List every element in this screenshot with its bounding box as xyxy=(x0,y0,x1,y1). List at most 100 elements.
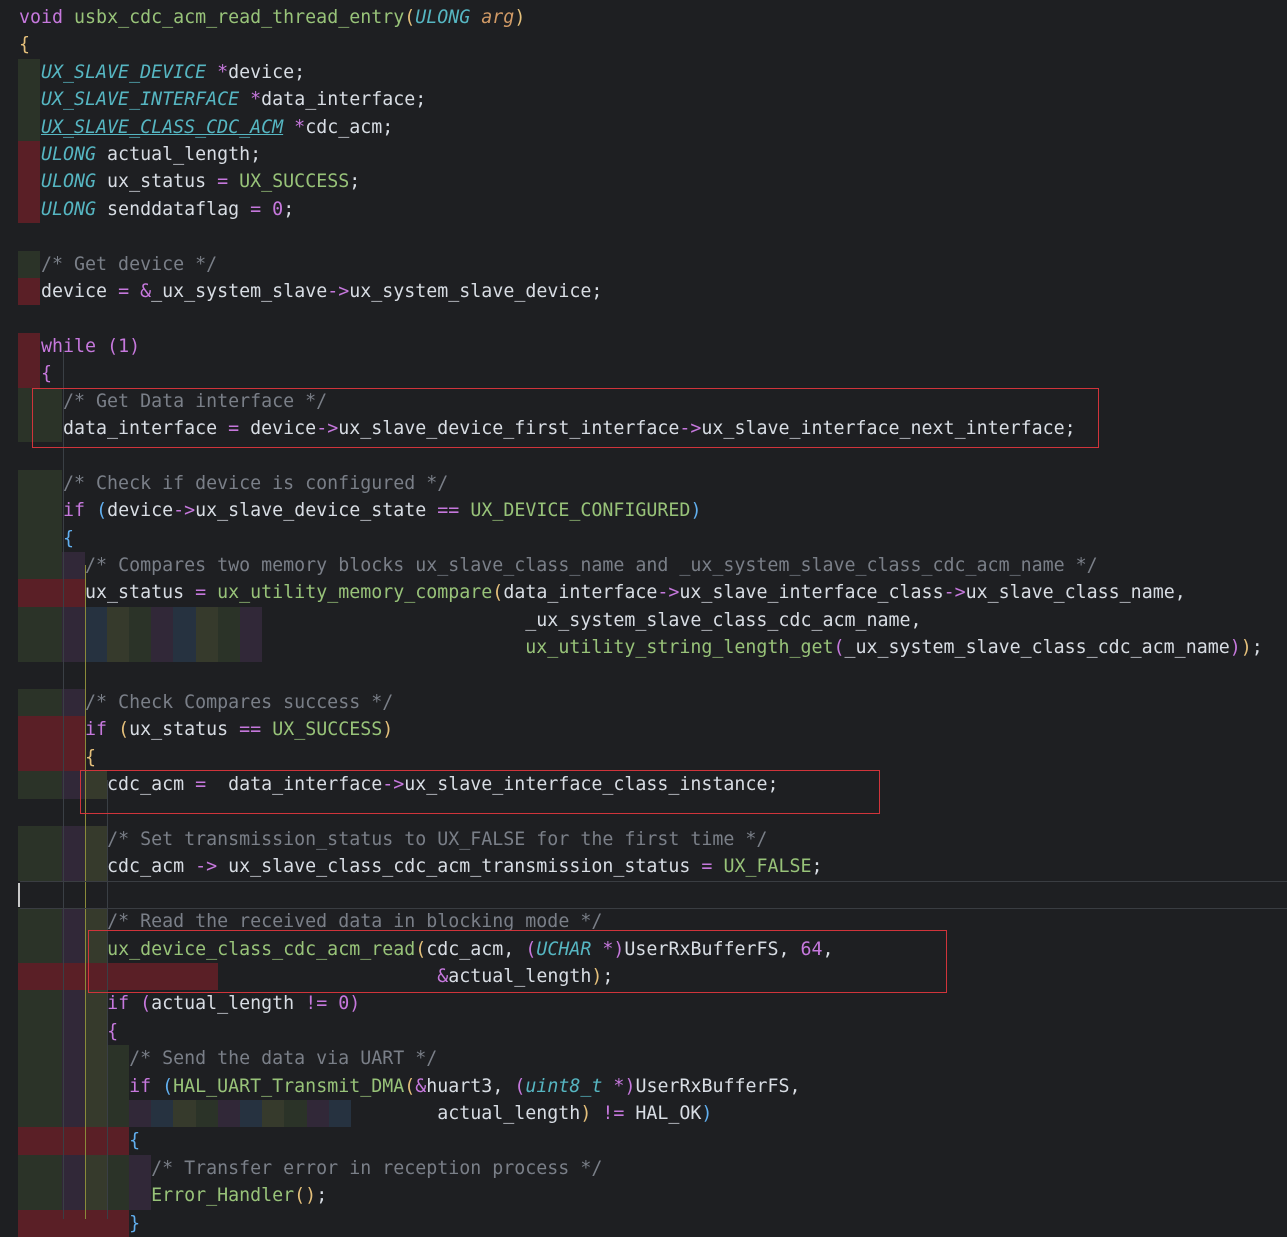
code-token: 0 xyxy=(338,993,350,1015)
code-token: HAL_OK xyxy=(624,1103,702,1124)
code-token: ) xyxy=(580,1103,592,1124)
code-line[interactable] xyxy=(18,799,19,826)
code-token: = xyxy=(228,418,240,439)
code-line[interactable] xyxy=(18,662,19,689)
code-line[interactable]: { xyxy=(18,360,52,387)
code-line[interactable]: /* Get device */ xyxy=(18,251,217,278)
code-token: /* Read the received data in blocking mo… xyxy=(107,911,603,933)
code-line[interactable]: ux_utility_string_length_get(_ux_system_… xyxy=(18,634,1262,661)
code-token: ux_device_class_cdc_acm_read xyxy=(107,938,416,960)
code-token: ux_slave_interface_class xyxy=(679,582,944,604)
code-line[interactable]: data_interface = device->ux_slave_device… xyxy=(18,415,1076,442)
code-token: = xyxy=(118,281,130,302)
code-token: ( xyxy=(107,335,119,357)
code-line[interactable]: while (1) xyxy=(18,333,140,360)
code-line[interactable]: ULONG senddataflag = 0; xyxy=(18,196,294,223)
code-token: != xyxy=(602,1103,625,1124)
code-line[interactable]: /* Send the data via UART */ xyxy=(18,1045,437,1072)
code-line[interactable]: actual_length) != HAL_OK) xyxy=(18,1100,712,1127)
code-token: & xyxy=(140,281,152,302)
code-token: arg xyxy=(481,7,515,28)
code-line[interactable]: /* Compares two memory blocks ux_slave_c… xyxy=(18,552,1098,579)
code-token: -> xyxy=(382,774,405,796)
code-line[interactable]: if (actual_length != 0) xyxy=(18,990,360,1017)
code-line[interactable] xyxy=(18,305,19,332)
code-token: ux_status xyxy=(19,582,196,604)
code-line[interactable]: /* Get Data interface */ xyxy=(18,388,327,415)
code-line[interactable]: if (device->ux_slave_device_state == UX_… xyxy=(18,497,701,524)
code-line[interactable]: void usbx_cdc_acm_read_thread_entry(ULON… xyxy=(18,4,525,31)
code-line[interactable]: cdc_acm = data_interface->ux_slave_inter… xyxy=(18,771,778,798)
code-token: usbx_cdc_acm_read_thread_entry xyxy=(74,7,405,28)
code-line[interactable]: { xyxy=(18,31,30,58)
code-line[interactable]: _ux_system_slave_class_cdc_acm_name, xyxy=(18,607,921,634)
code-line[interactable]: ux_device_class_cdc_acm_read(cdc_acm, (U… xyxy=(18,936,834,963)
code-line[interactable]: device = &_ux_system_slave->ux_system_sl… xyxy=(18,278,602,305)
code-line[interactable]: ULONG ux_status = UX_SUCCESS; xyxy=(18,168,360,195)
code-token: ( xyxy=(118,719,130,741)
code-line[interactable]: /* Read the received data in blocking mo… xyxy=(18,908,602,935)
code-token: & xyxy=(437,966,449,987)
code-token: ) xyxy=(514,7,526,28)
code-token: ) xyxy=(690,500,702,522)
code-editor[interactable]: void usbx_cdc_acm_read_thread_entry(ULON… xyxy=(0,0,1287,1237)
code-line[interactable]: ULONG actual_length; xyxy=(18,141,261,168)
code-token: ( xyxy=(525,938,537,960)
code-line[interactable]: if (ux_status == UX_SUCCESS) xyxy=(18,716,393,743)
code-line[interactable]: { xyxy=(18,1018,118,1045)
code-token: ( xyxy=(96,500,108,522)
code-token: UX_SLAVE_DEVICE xyxy=(41,61,207,83)
code-token: if xyxy=(129,1075,152,1097)
code-token: while xyxy=(41,335,97,357)
code-line[interactable] xyxy=(18,223,19,250)
code-token: actual_length xyxy=(19,1103,581,1124)
code-line[interactable]: } xyxy=(18,1210,140,1237)
code-line[interactable] xyxy=(18,442,19,469)
code-token: -> xyxy=(195,856,218,878)
code-line[interactable]: /* Set transmission_status to UX_FALSE f… xyxy=(18,826,767,853)
code-line[interactable]: ux_status = ux_utility_memory_compare(da… xyxy=(18,579,1186,606)
code-token: * xyxy=(250,89,262,111)
code-line[interactable]: { xyxy=(18,1127,140,1154)
code-line[interactable]: /* Check if device is configured */ xyxy=(18,470,448,497)
code-line[interactable]: /* Transfer error in reception process *… xyxy=(18,1155,602,1182)
code-token: ; xyxy=(283,198,295,220)
code-token: == xyxy=(437,500,460,522)
code-line[interactable]: UX_SLAVE_CLASS_CDC_ACM *cdc_acm; xyxy=(18,114,393,141)
code-line[interactable]: /* Check Compares success */ xyxy=(18,689,393,716)
code-line[interactable]: UX_SLAVE_INTERFACE *data_interface; xyxy=(18,86,426,113)
code-token: ) xyxy=(591,966,603,987)
code-line[interactable]: { xyxy=(18,525,74,552)
code-token: ux_slave_device_first_interface xyxy=(338,418,680,439)
code-line[interactable]: if (HAL_UART_Transmit_DMA(&huart3, (uint… xyxy=(18,1073,800,1100)
code-token: ( xyxy=(514,1075,526,1097)
code-token: /* Check if device is configured */ xyxy=(63,472,449,494)
code-token: -> xyxy=(943,582,966,604)
code-token: ULONG xyxy=(41,144,97,165)
code-token: data_interface xyxy=(206,774,383,796)
code-token: /* Get device */ xyxy=(41,253,218,275)
code-token: ux_status xyxy=(96,171,218,193)
code-token: ( xyxy=(404,1075,416,1097)
code-token: ux_slave_class_cdc_acm_transmission_stat… xyxy=(217,856,702,878)
code-token: { xyxy=(63,527,75,549)
code-line[interactable]: UX_SLAVE_DEVICE *device; xyxy=(18,59,305,86)
code-line[interactable]: cdc_acm -> ux_slave_class_cdc_acm_transm… xyxy=(18,853,822,880)
code-token: = xyxy=(250,198,262,220)
code-token: ; xyxy=(349,171,361,193)
code-token: UX_SUCCESS xyxy=(239,171,350,193)
code-line[interactable]: Error_Handler(); xyxy=(18,1182,327,1209)
code-token: ; xyxy=(602,966,614,987)
code-token: if xyxy=(85,719,108,741)
code-token: device xyxy=(239,418,317,439)
